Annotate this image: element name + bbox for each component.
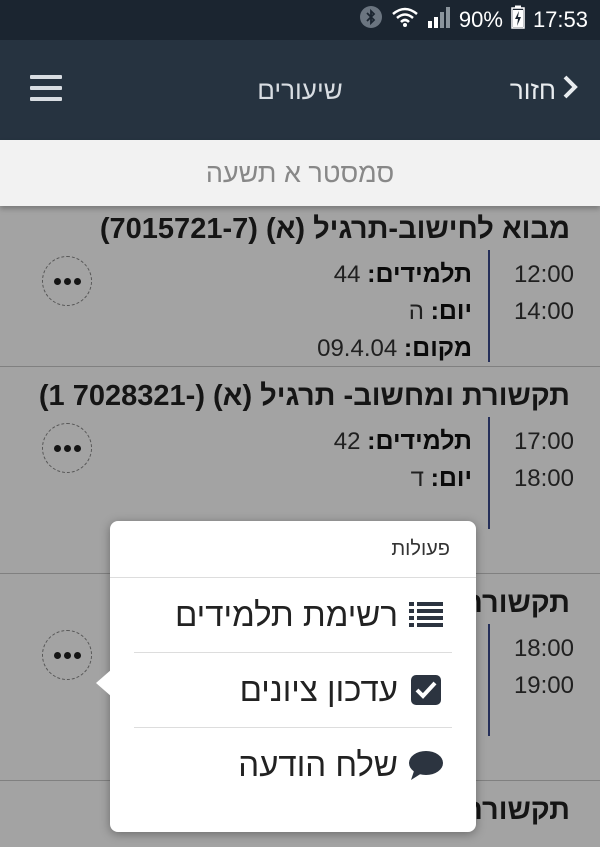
bluetooth-icon (359, 5, 383, 35)
clock: 17:53 (532, 7, 588, 32)
action-label: שלח הודעה (238, 746, 398, 783)
status-icons: 90% 17:53 (359, 0, 588, 40)
status-bar: 90% 17:53 (0, 0, 600, 40)
semester-header: סמסטר א תשעה (0, 140, 600, 206)
popup-arrow (96, 669, 112, 697)
wifi-icon (391, 6, 419, 34)
action-label: רשימת תלמידים (174, 596, 398, 633)
chat-bubble-icon (408, 747, 444, 783)
battery-percent: 90% (458, 7, 503, 32)
student-list-action[interactable]: רשימת תלמידים (134, 578, 452, 653)
back-label: חזור (509, 74, 556, 105)
chevron-right-icon (562, 74, 578, 107)
signal-icon (427, 5, 451, 35)
back-button[interactable]: חזור (510, 40, 578, 140)
update-grades-action[interactable]: עדכון ציונים (134, 653, 452, 728)
list-icon (408, 597, 444, 633)
action-label: עדכון ציונים (239, 671, 398, 708)
actions-popup: פעולות רשימת תלמידים עדכון ציונים שלח הו… (110, 521, 476, 832)
checkbox-icon (408, 672, 444, 708)
battery-charging-icon (511, 5, 525, 35)
app-bar: שיעורים חזור (0, 40, 600, 140)
send-message-action[interactable]: שלח הודעה (134, 728, 452, 802)
popup-header: פעולות (110, 521, 476, 578)
